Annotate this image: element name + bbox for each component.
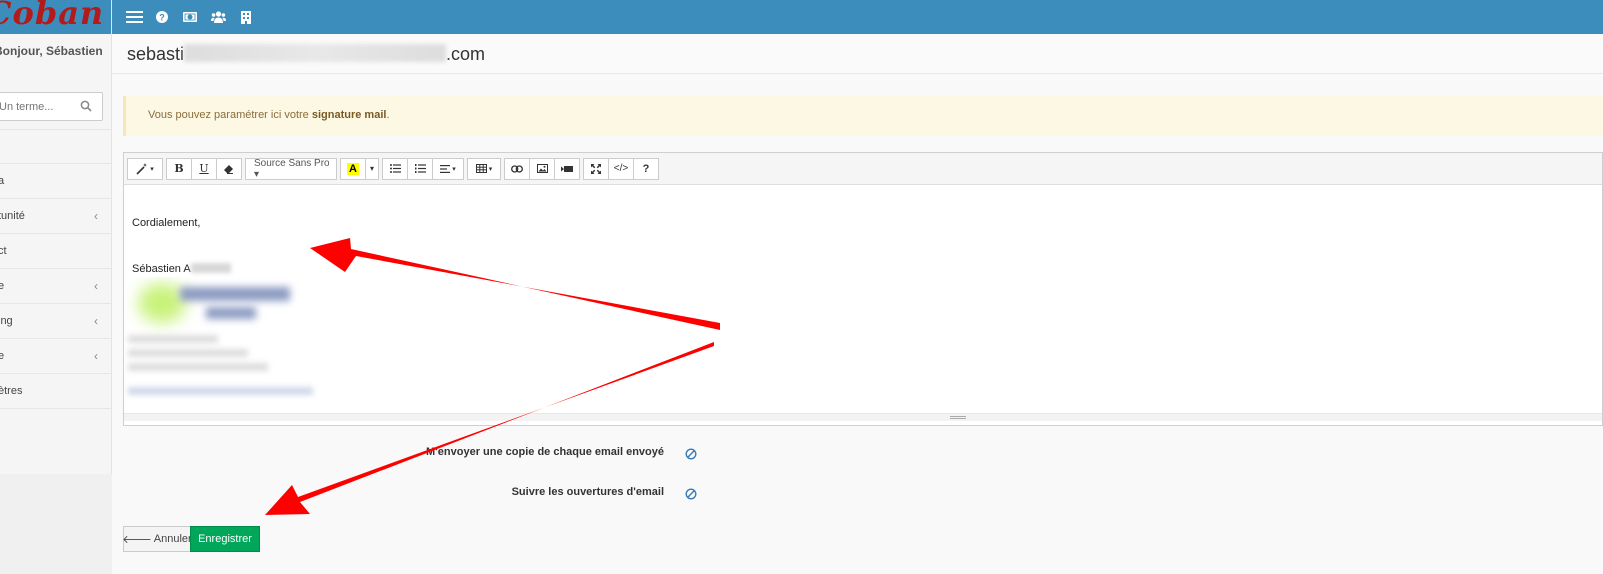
editor-content[interactable]: Cordialement, Sébastien A	[124, 185, 1602, 421]
sidebar-item-label: ing	[0, 315, 13, 327]
arrow-left-icon: 🡐	[122, 534, 152, 546]
sidebar-item-label: tunité	[0, 210, 25, 222]
user-greeting: Bonjour, Sébastien	[0, 34, 111, 74]
alert-emphasis: signature mail	[311, 109, 387, 121]
option-copy-row: M'envoyer une copie de chaque email envo…	[112, 446, 664, 462]
eraser-icon	[224, 164, 233, 174]
bold-glyph: B	[174, 162, 184, 175]
code-view-button[interactable]: </>	[608, 157, 635, 180]
signature-name: Sébastien A	[132, 263, 231, 275]
sidebar-item-contact[interactable]: ct	[0, 234, 112, 269]
sidebar-item-vente[interactable]: e‹	[0, 269, 112, 304]
sidebar-item-label: ct	[0, 245, 7, 257]
fullscreen-button[interactable]	[583, 157, 610, 180]
sidebar: Coban Bonjour, Sébastien l a tunité‹ ct …	[0, 0, 112, 574]
sidebar-item-opportunite[interactable]: tunité ‹	[0, 199, 112, 234]
grip-icon	[950, 416, 966, 419]
list-ol-icon	[414, 164, 426, 173]
underline-button[interactable]: U	[191, 157, 217, 180]
paragraph-align-button[interactable]: ▾	[432, 157, 465, 180]
editor-resize-handle[interactable]	[124, 413, 1602, 421]
search-icon[interactable]	[80, 100, 92, 112]
unordered-list-button[interactable]	[382, 157, 409, 180]
sidebar-item-marketing[interactable]: ing ‹	[0, 304, 112, 339]
link-button[interactable]	[504, 157, 531, 180]
underline-glyph: U	[199, 162, 209, 175]
sidebar-menu: l a tunité‹ ct e‹ ing‹ e‹ ètres	[0, 129, 112, 409]
alert-text: Vous pouvez paramétrer ici votre	[148, 109, 312, 121]
chevron-left-icon: ‹	[94, 209, 98, 223]
logo-area[interactable]: Coban	[0, 0, 111, 34]
search-input[interactable]	[0, 93, 79, 120]
sidebar-search[interactable]	[0, 92, 103, 121]
ban-icon[interactable]	[685, 448, 697, 460]
help-button[interactable]: ?	[633, 157, 660, 180]
expand-icon	[591, 163, 602, 174]
page-title: sebasti .com	[112, 34, 1603, 74]
save-button[interactable]: Enregistrer	[190, 526, 260, 552]
link-icon	[511, 164, 523, 173]
ban-icon[interactable]	[685, 488, 697, 500]
top-navbar: ?	[112, 0, 1603, 34]
app-logo[interactable]: Coban	[0, 0, 104, 32]
text-color-button[interactable]: A	[340, 157, 366, 180]
alert-text-end: .	[386, 109, 390, 121]
sidebar-item-agenda[interactable]: a	[0, 164, 112, 199]
sidebar-footer	[0, 474, 112, 574]
help-glyph: ?	[642, 162, 650, 175]
image-button[interactable]	[529, 157, 556, 180]
caret-down-icon: ▾	[370, 164, 375, 173]
help-icon[interactable]: ?	[148, 0, 176, 34]
code-icon: </>	[613, 163, 629, 174]
menu-icon[interactable]	[120, 0, 148, 34]
option-copy-label: M'envoyer une copie de chaque email envo…	[426, 446, 664, 458]
align-left-icon	[440, 164, 451, 173]
table-button[interactable]: ▾	[467, 157, 502, 180]
magic-icon	[136, 162, 148, 175]
clear-format-button[interactable]	[216, 157, 242, 180]
sidebar-item-service[interactable]: e‹	[0, 339, 112, 374]
greeting-text: Bonjour, Sébastien	[0, 44, 103, 58]
sidebar-item-label: ètres	[0, 385, 23, 397]
main-content: sebasti .com Vous pouvez paramétrer ici v…	[112, 34, 1603, 574]
sidebar-item-label: a	[0, 175, 4, 187]
cancel-label: Annuler	[153, 533, 192, 545]
money-icon[interactable]	[176, 0, 204, 34]
option-tracking-row: Suivre les ouvertures d'email	[112, 486, 664, 502]
building-icon[interactable]	[232, 0, 260, 34]
cancel-button[interactable]: 🡐 Annuler	[122, 526, 192, 552]
text-color-dropdown[interactable]: ▾	[365, 157, 380, 180]
font-family-select[interactable]: Source Sans Pro ▾	[245, 157, 337, 180]
sidebar-item-accueil[interactable]: l	[0, 129, 112, 164]
svg-text:?: ?	[159, 13, 165, 23]
save-label: Enregistrer	[198, 533, 252, 545]
table-icon	[475, 164, 487, 173]
option-tracking-label: Suivre les ouvertures d'email	[511, 486, 664, 498]
bold-button[interactable]: B	[166, 157, 192, 180]
info-alert: Vous pouvez paramétrer ici votre signatu…	[123, 96, 1603, 136]
redacted-surname	[190, 263, 231, 273]
sidebar-item-label: e	[0, 280, 4, 292]
chevron-left-icon: ‹	[94, 349, 98, 363]
users-icon[interactable]	[204, 0, 232, 34]
list-ul-icon	[389, 164, 401, 173]
style-button[interactable]: ▾	[127, 157, 163, 180]
chevron-left-icon: ‹	[94, 314, 98, 328]
sidebar-item-label: e	[0, 350, 4, 362]
sidebar-item-parametres[interactable]: ètres	[0, 374, 112, 409]
ordered-list-button[interactable]	[407, 157, 434, 180]
page-title-start: sebasti	[127, 44, 185, 64]
video-icon	[561, 165, 574, 172]
redacted-signature-logo	[124, 277, 434, 407]
signature-closing: Cordialement,	[132, 217, 201, 229]
video-button[interactable]	[554, 157, 581, 180]
page-title-end: .com	[446, 44, 486, 64]
editor-toolbar: ▾ B U Source Sans Pro ▾ A ▾ ▾ ▾ </> ?	[124, 153, 1602, 185]
text-color-glyph: A	[347, 162, 359, 175]
chevron-left-icon: ‹	[94, 279, 98, 293]
signature-name-text: Sébastien A	[132, 263, 191, 275]
image-icon	[536, 164, 548, 173]
redacted-email	[184, 44, 447, 62]
signature-editor: ▾ B U Source Sans Pro ▾ A ▾ ▾ ▾ </> ? Co…	[123, 152, 1603, 426]
